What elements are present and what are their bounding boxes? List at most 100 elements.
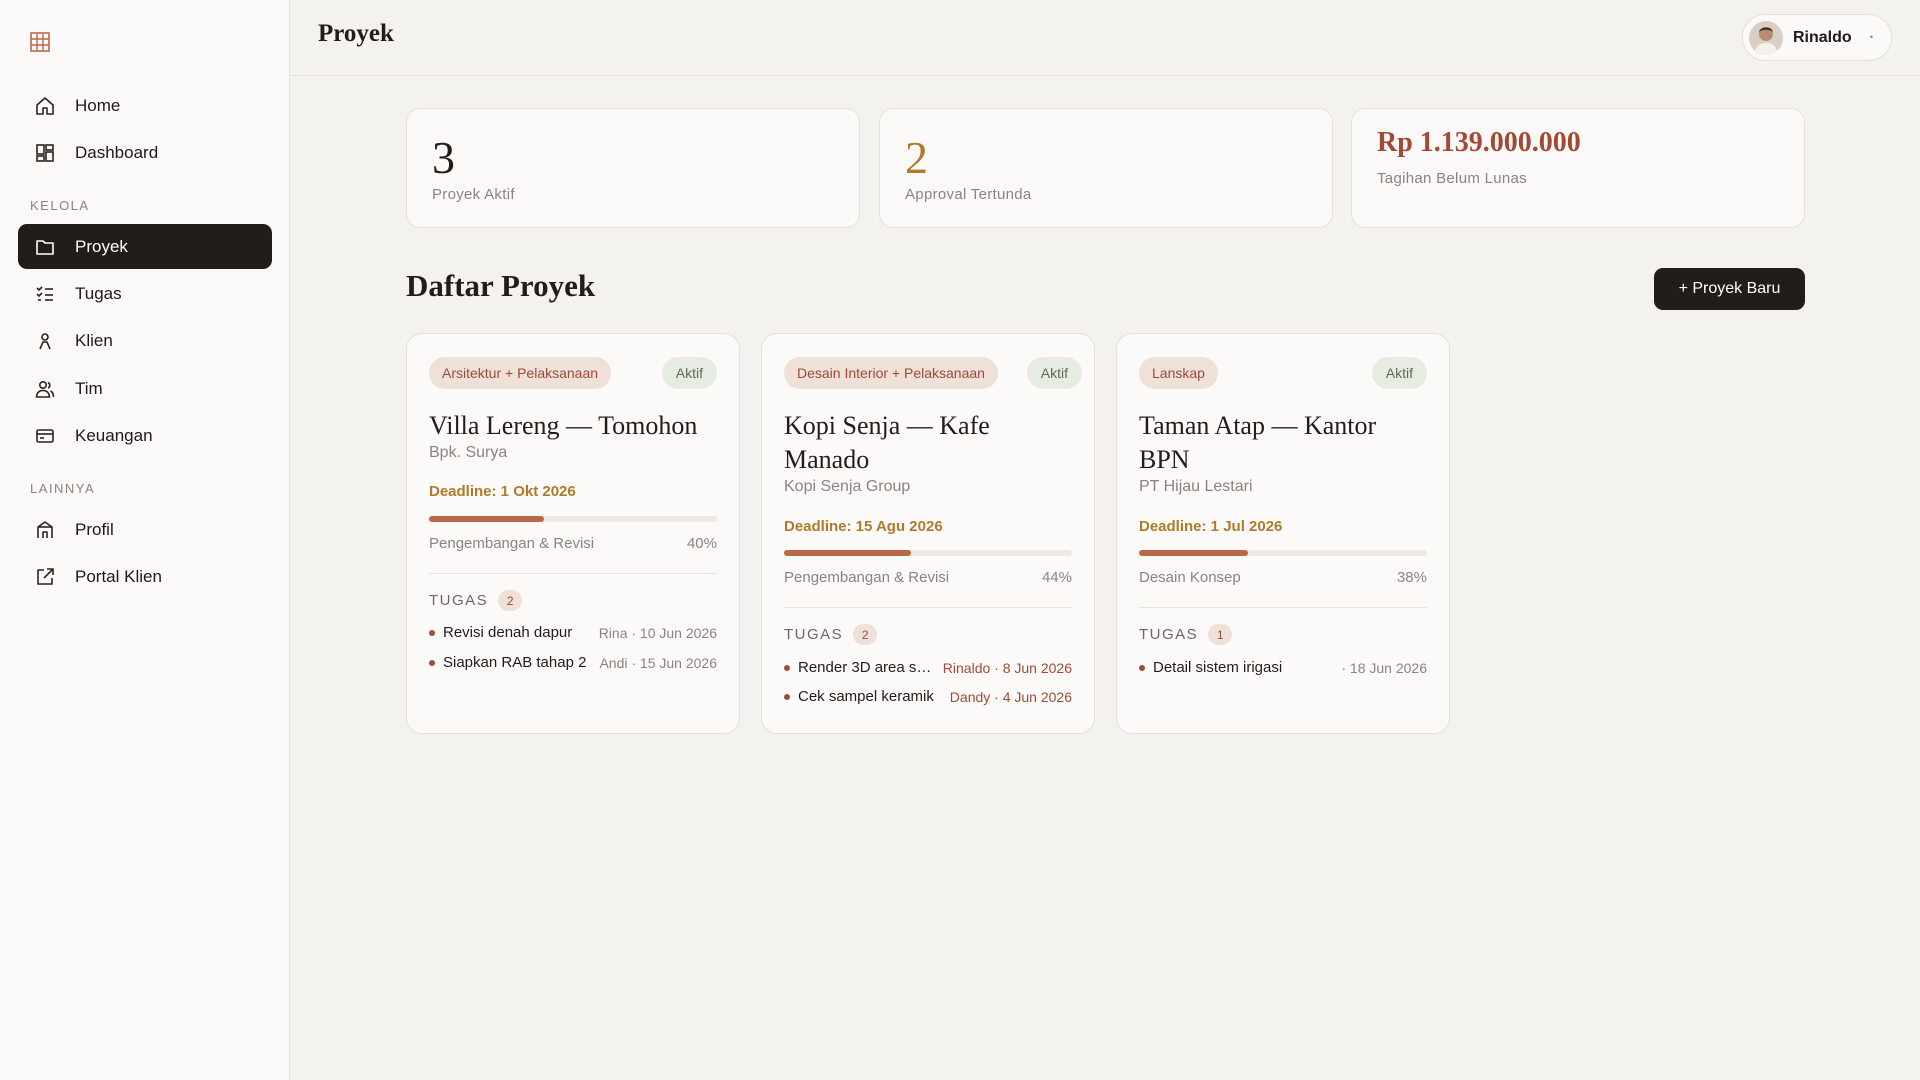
page-title: Proyek — [318, 20, 394, 47]
stat-value: 2 — [905, 132, 928, 183]
dashboard-icon — [34, 142, 56, 164]
project-card[interactable]: Desain Interior + Pelaksanaan Aktif Kopi… — [761, 333, 1095, 734]
task-name: Cek sampel keramik — [798, 688, 934, 705]
progress-fill — [429, 516, 545, 522]
section-title: Daftar Proyek — [406, 268, 596, 303]
topbar: Proyek Rinaldo • — [290, 0, 1920, 76]
progress-bar — [1139, 550, 1427, 556]
tasks-header: TUGAS 1 — [1139, 624, 1233, 645]
task-meta: Andi · 15 Jun 2026 — [599, 655, 717, 671]
tasks-label: TUGAS — [1139, 626, 1199, 643]
bullet-icon — [429, 660, 435, 666]
task-count-badge: 2 — [498, 590, 523, 611]
task-name: Render 3D area smoking — [798, 659, 934, 676]
tasks-header: TUGAS 2 — [784, 624, 878, 645]
project-card[interactable]: Arsitektur + Pelaksanaan Aktif Villa Ler… — [406, 333, 740, 734]
tasks-label: TUGAS — [429, 592, 489, 609]
team-icon — [34, 378, 56, 400]
project-client: PT Hijau Lestari — [1139, 478, 1253, 495]
task-meta: Rina · 10 Jun 2026 — [598, 625, 717, 641]
avatar — [1749, 20, 1783, 55]
task-item[interactable]: Render 3D area smoking Rinaldo · 8 Jun 20… — [784, 657, 1072, 679]
category-tag: Arsitektur + Pelaksanaan — [429, 357, 612, 389]
bullet-icon — [429, 630, 435, 636]
bullet-icon — [1139, 665, 1145, 671]
tasks-header: TUGAS 2 — [429, 590, 523, 611]
chevron-down-icon: • — [1869, 32, 1873, 42]
nav-label: Home — [75, 95, 121, 115]
task-meta: Rinaldo · 8 Jun 2026 — [942, 660, 1072, 676]
store-icon — [34, 519, 56, 541]
divider — [784, 607, 1072, 608]
project-deadline: Deadline: 1 Jul 2026 — [1139, 518, 1283, 535]
nav-label: Tugas — [75, 283, 122, 303]
external-link-icon — [34, 566, 56, 588]
stat-card-active-projects: 3 Proyek Aktif — [406, 108, 860, 228]
task-name: Detail sistem irigasi — [1153, 659, 1283, 676]
nav-item-dashboard[interactable]: Dashboard — [18, 130, 272, 175]
task-name: Siapkan RAB tahap 2 — [443, 654, 587, 671]
task-item[interactable]: Cek sampel keramik Dandy · 4 Jun 2026 — [784, 686, 1072, 708]
task-meta: Dandy · 4 Jun 2026 — [949, 689, 1072, 705]
progress-percent: 40% — [686, 535, 717, 552]
home-icon — [34, 95, 56, 117]
nav-label: Portal Klien — [75, 566, 162, 586]
nav-item-profil[interactable]: Profil — [18, 507, 272, 552]
category-tag: Desain Interior + Pelaksanaan — [784, 357, 998, 389]
user-name: Rinaldo — [1793, 28, 1852, 46]
nav-item-tugas[interactable]: Tugas — [18, 271, 272, 316]
project-title: Villa Lereng — Tomohon — [429, 411, 698, 440]
status-badge: Aktif — [1371, 357, 1427, 389]
progress-fill — [1139, 550, 1249, 556]
sidebar: Home Dashboard KELOLA Proyek Tugas Klien… — [0, 0, 290, 1080]
progress-percent: 38% — [1396, 569, 1427, 586]
stat-value: Rp 1.139.000.000 — [1377, 127, 1581, 158]
project-client: Bpk. Surya — [429, 444, 508, 461]
status-badge: Aktif — [1026, 357, 1082, 389]
project-deadline: Deadline: 15 Agu 2026 — [784, 518, 943, 535]
divider — [429, 573, 717, 574]
stat-value: 3 — [432, 132, 455, 183]
stat-label: Tagihan Belum Lunas — [1377, 170, 1527, 187]
nav-label: Tim — [75, 378, 103, 398]
user-menu[interactable]: Rinaldo • — [1742, 14, 1892, 61]
nav-label: Keuangan — [75, 425, 153, 445]
nav-item-proyek[interactable]: Proyek — [18, 224, 272, 269]
card-icon — [34, 425, 56, 447]
nav-label: Profil — [75, 519, 114, 539]
nav-item-tim[interactable]: Tim — [18, 366, 272, 411]
checklist-icon — [34, 283, 56, 305]
stat-card-pending-approval: 2 Approval Tertunda — [879, 108, 1333, 228]
status-badge: Aktif — [661, 357, 717, 389]
task-count-badge: 2 — [853, 624, 878, 645]
progress-bar — [429, 516, 717, 522]
task-item[interactable]: Revisi denah dapur Rina · 10 Jun 2026 — [429, 622, 717, 644]
person-icon — [34, 330, 56, 352]
project-title: Kopi Senja — Kafe Manado — [784, 411, 990, 474]
task-count-badge: 1 — [1208, 624, 1233, 645]
nav-label: Klien — [75, 330, 113, 350]
nav-item-home[interactable]: Home — [18, 83, 272, 128]
grid-logo-icon[interactable] — [30, 32, 50, 52]
divider — [1139, 607, 1427, 608]
project-title: Taman Atap — Kantor BPN — [1139, 411, 1377, 474]
project-stage: Pengembangan & Revisi — [784, 569, 950, 586]
task-name: Revisi denah dapur — [443, 624, 573, 641]
nav-section-kelola: KELOLA — [30, 198, 90, 213]
nav-item-portal-klien[interactable]: Portal Klien — [18, 554, 272, 599]
project-deadline: Deadline: 1 Okt 2026 — [429, 483, 576, 500]
folder-icon — [34, 236, 56, 258]
new-project-button[interactable]: + Proyek Baru — [1654, 268, 1805, 310]
category-tag: Lanskap — [1139, 357, 1218, 389]
project-card[interactable]: Lanskap Aktif Taman Atap — Kantor BPN PT… — [1116, 333, 1450, 734]
nav-item-klien[interactable]: Klien — [18, 318, 272, 363]
task-item[interactable]: Siapkan RAB tahap 2 Andi · 15 Jun 2026 — [429, 652, 717, 674]
project-client: Kopi Senja Group — [784, 478, 911, 495]
nav-label: Proyek — [75, 236, 128, 256]
task-item[interactable]: Detail sistem irigasi · 18 Jun 2026 — [1139, 657, 1427, 679]
stat-label: Approval Tertunda — [905, 186, 1032, 203]
progress-bar — [784, 550, 1072, 556]
nav-item-keuangan[interactable]: Keuangan — [18, 413, 272, 458]
project-stage: Pengembangan & Revisi — [429, 535, 595, 552]
nav-section-lainnya: LAINNYA — [30, 481, 96, 496]
